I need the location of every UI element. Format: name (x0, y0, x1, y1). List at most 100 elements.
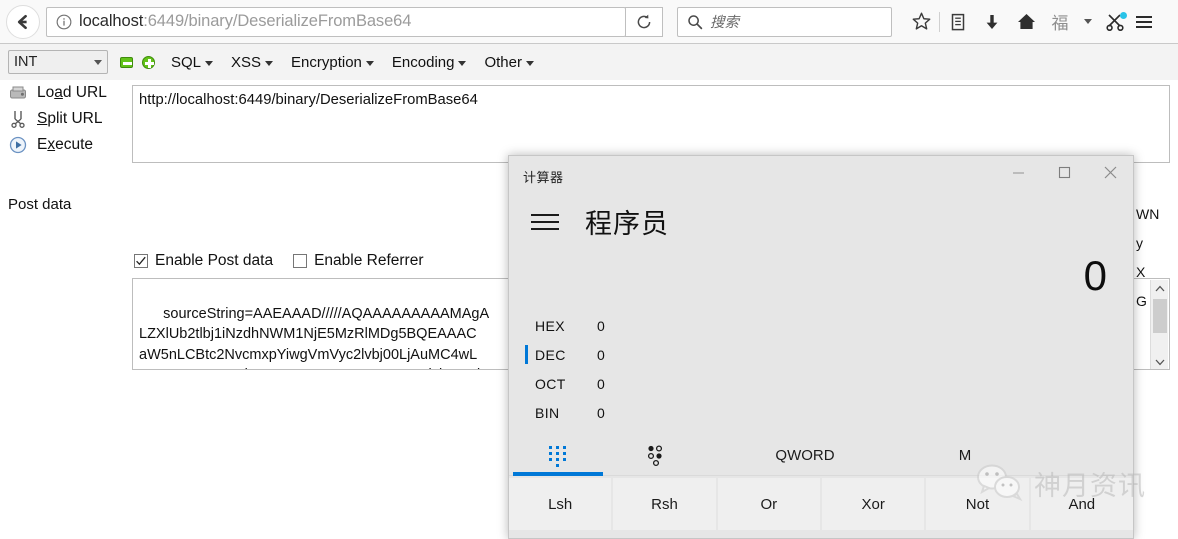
app-menu-button[interactable] (1133, 5, 1155, 39)
menu-label: SQL (171, 53, 202, 71)
home-icon (1017, 14, 1035, 29)
home-button[interactable] (1009, 5, 1043, 39)
increment-button[interactable] (142, 55, 155, 69)
fu-character-button[interactable]: 福 (1043, 5, 1077, 39)
execute-icon (8, 135, 28, 155)
base-value: 0 (597, 404, 605, 421)
menu-sql[interactable]: SQL (171, 53, 214, 71)
enable-referrer-label: Enable Referrer (314, 252, 424, 269)
site-info-icon[interactable] (55, 13, 73, 31)
search-input-placeholder[interactable]: 搜索 (710, 11, 739, 32)
address-bar-text: localhost:6449/binary/DeserializeFromBas… (79, 12, 411, 31)
fragment-2: X (1136, 264, 1146, 280)
hamburger-menu-icon[interactable] (531, 211, 559, 233)
chevron-down-icon (265, 61, 274, 66)
overflow-chevron-button[interactable] (1077, 5, 1099, 39)
menu-label: Encryption (291, 53, 362, 71)
button-xor[interactable]: Xor (821, 478, 927, 530)
chevron-down-icon (94, 59, 102, 65)
reload-button[interactable] (625, 6, 663, 37)
search-bar[interactable]: 搜索 (677, 6, 892, 37)
keypad-icon (549, 445, 566, 467)
execute-label: Execute (37, 136, 94, 153)
base-key: DEC (535, 346, 566, 363)
bit-toggle-icon (647, 444, 663, 466)
type-select[interactable]: INT (8, 50, 108, 74)
button-or[interactable]: Or (717, 478, 822, 530)
increment-controls (120, 55, 155, 69)
split-url-button[interactable]: Split URL (0, 106, 130, 132)
split-url-icon (8, 109, 28, 129)
menu-other[interactable]: Other (484, 54, 534, 71)
calculator-tab-row: QWORD M (509, 436, 1133, 476)
button-rsh[interactable]: Rsh (613, 478, 718, 530)
calculator-mode-row: 程序员 (509, 196, 1133, 241)
bit-toggle-tab[interactable] (607, 436, 705, 476)
reload-icon (637, 14, 650, 28)
base-row-bin[interactable]: BIN 0 (525, 398, 1133, 427)
search-icon (688, 14, 703, 29)
hackbar-extension-button[interactable] (1099, 5, 1133, 39)
maximize-icon (1058, 166, 1070, 178)
hackbar-toolbar: INT SQL XSS Encryption Encoding Other (0, 44, 1178, 80)
load-url-button[interactable]: Load URL (0, 80, 130, 106)
enable-post-data-checkbox[interactable]: Enable Post data (134, 252, 273, 270)
hackbar-menu-bar: SQL XSS Encryption Encoding Other (171, 54, 534, 71)
enable-referrer-checkbox[interactable]: Enable Referrer (293, 252, 423, 270)
url-path: :6449/binary/DeserializeFromBase64 (143, 12, 412, 30)
calculator-window[interactable]: 计算器 程序员 0 HEX 0 DEC 0 OCT 0 BIN 0 QWORD … (508, 155, 1134, 539)
decrement-button[interactable] (120, 56, 133, 68)
window-controls (995, 156, 1133, 188)
calculator-title: 计算器 (523, 170, 564, 185)
minimize-button[interactable] (995, 156, 1041, 188)
button-not[interactable]: Not (926, 478, 1031, 530)
type-select-value: INT (14, 54, 38, 70)
downloads-button[interactable] (975, 5, 1009, 39)
calculator-mode-name: 程序员 (585, 209, 669, 239)
download-arrow-icon (986, 14, 998, 29)
toolbar-separator (939, 11, 940, 32)
button-and[interactable]: And (1030, 478, 1133, 530)
back-button[interactable] (6, 4, 40, 39)
url-host: localhost (79, 12, 144, 30)
base-list: HEX 0 DEC 0 OCT 0 BIN 0 (509, 311, 1133, 427)
button-lsh[interactable]: Lsh (509, 478, 614, 530)
base-row-dec[interactable]: DEC 0 (525, 340, 1133, 369)
bookmark-star-button[interactable] (904, 5, 938, 39)
library-button[interactable] (941, 5, 975, 39)
load-url-icon (8, 83, 28, 103)
browser-toolbar: localhost:6449/binary/DeserializeFromBas… (0, 0, 1178, 44)
menu-encryption[interactable]: Encryption (291, 54, 374, 71)
maximize-button[interactable] (1041, 156, 1087, 188)
menu-xss[interactable]: XSS (231, 54, 274, 71)
execute-button[interactable]: Execute (0, 132, 130, 158)
operator-button-row: Lsh Rsh Or Xor Not And (509, 478, 1133, 530)
base-key: OCT (535, 375, 566, 392)
hackbar-actions: Load URL Split URL Execute Post data (0, 80, 130, 213)
scroll-down-arrow-icon[interactable] (1151, 353, 1169, 369)
minimize-icon (1012, 171, 1024, 174)
fragment-1: y (1136, 235, 1143, 251)
post-data-label: Post data (8, 196, 72, 213)
chevron-down-icon (458, 61, 467, 66)
wordsize-tab[interactable]: QWORD (705, 436, 905, 476)
split-url-label: Split URL (37, 110, 103, 127)
enable-post-data-label: Enable Post data (155, 252, 274, 269)
chevron-down-icon (365, 61, 374, 66)
base-value: 0 (597, 375, 605, 392)
menu-encoding[interactable]: Encoding (392, 54, 467, 71)
base-key: HEX (535, 317, 565, 334)
calculator-display: 0 (1083, 252, 1107, 299)
bookmark-star-icon (912, 12, 930, 30)
memory-tab[interactable]: M (905, 436, 1025, 476)
checkbox-box-checked (134, 254, 148, 268)
keypad-tab[interactable] (509, 436, 607, 476)
close-button[interactable] (1087, 156, 1133, 188)
base-row-oct[interactable]: OCT 0 (525, 369, 1133, 398)
calculator-titlebar[interactable]: 计算器 (509, 156, 1133, 196)
url-input[interactable]: http://localhost:6449/binary/Deserialize… (132, 85, 1170, 163)
selected-indicator (525, 345, 528, 364)
address-bar[interactable]: localhost:6449/binary/DeserializeFromBas… (46, 6, 626, 37)
base-row-hex[interactable]: HEX 0 (525, 311, 1133, 340)
menu-label: Other (484, 53, 522, 71)
